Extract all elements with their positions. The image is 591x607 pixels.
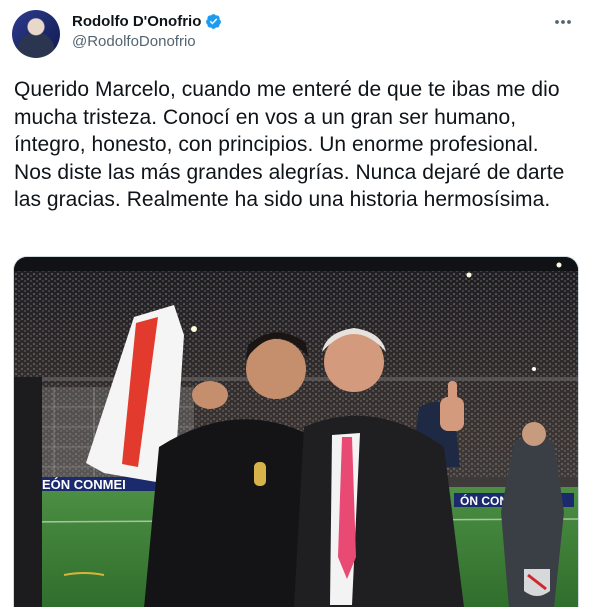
more-dots-icon bbox=[555, 20, 571, 24]
tweet-text: Querido Marcelo, cuando me enteré de que… bbox=[14, 78, 571, 211]
tweet-card: Rodolfo D'Onofrio @RodolfoDonofrio Queri… bbox=[0, 0, 591, 607]
more-options-button[interactable] bbox=[549, 10, 577, 34]
avatar[interactable] bbox=[12, 10, 60, 58]
tweet-header: Rodolfo D'Onofrio @RodolfoDonofrio bbox=[12, 10, 579, 62]
verified-badge-icon bbox=[206, 14, 222, 29]
banner-text-left: EÓN CONMEI bbox=[42, 477, 126, 492]
stadium-photo: EÓN CONMEI ÓN CONME bbox=[14, 257, 578, 607]
name-row: Rodolfo D'Onofrio bbox=[72, 13, 222, 30]
author-display-name[interactable]: Rodolfo D'Onofrio bbox=[72, 13, 201, 30]
author-handle[interactable]: @RodolfoDonofrio bbox=[72, 33, 222, 50]
tweet-photo[interactable]: EÓN CONMEI ÓN CONME bbox=[13, 256, 579, 607]
author-info: Rodolfo D'Onofrio @RodolfoDonofrio bbox=[72, 13, 222, 50]
